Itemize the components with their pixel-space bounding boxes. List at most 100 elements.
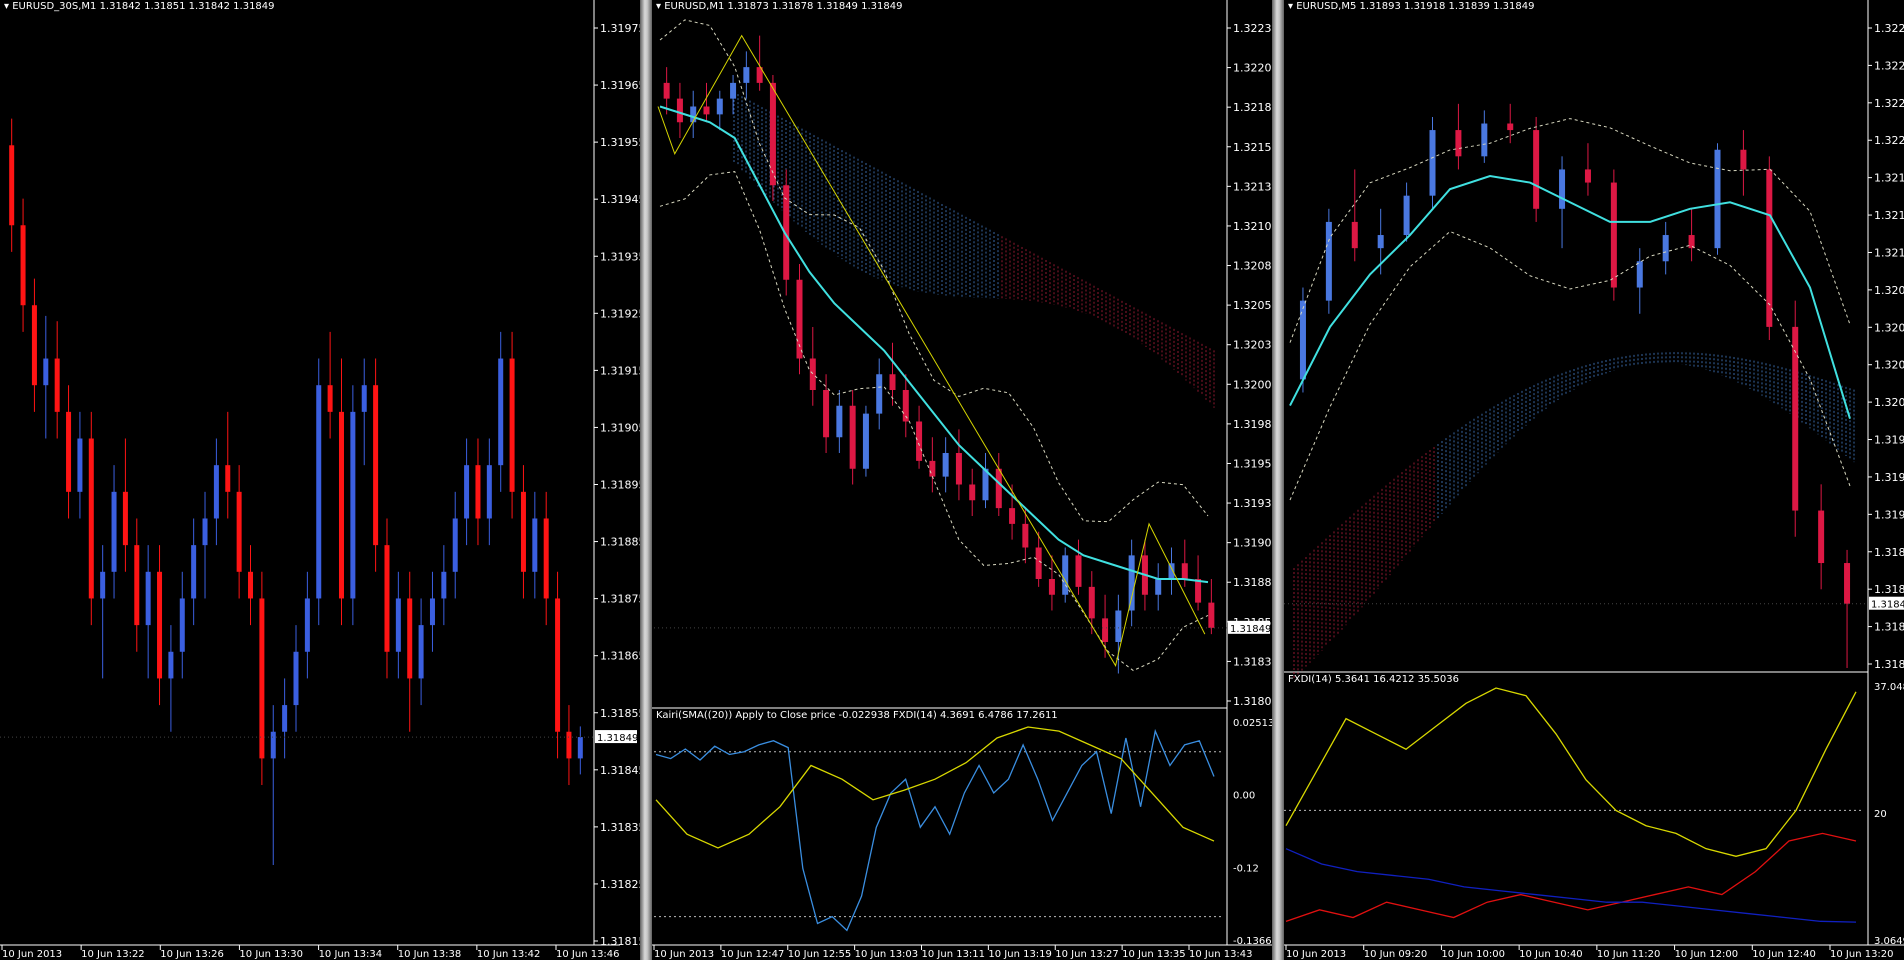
candle-body: [316, 385, 322, 599]
candle-body: [395, 598, 401, 652]
candle-body: [1818, 510, 1825, 564]
x-tick-label: 10 Jun 11:20: [1597, 949, 1661, 960]
chart-canvas[interactable]: ▾ EURUSD,M1 1.31873 1.31878 1.31849 1.31…: [652, 0, 1272, 960]
candle-body: [282, 705, 288, 732]
candle-body: [1035, 547, 1042, 579]
y-tick-label: 1.32255: [1874, 59, 1904, 72]
candle-body: [663, 82, 670, 99]
candle-body: [327, 385, 333, 412]
x-tick-label: 10 Jun 13:46: [556, 949, 620, 960]
y-tick-label: 1.32110: [1874, 246, 1904, 259]
y-tick-label: 1.31815: [600, 935, 640, 948]
candle-body: [1022, 523, 1029, 548]
candle-body: [929, 460, 936, 477]
chart-header: ▾ EURUSD,M5 1.31893 1.31918 1.31839 1.31…: [1288, 1, 1534, 12]
candle-body: [690, 106, 697, 123]
candle-body: [520, 491, 526, 572]
candle-body: [676, 98, 683, 123]
candle-body: [1792, 326, 1799, 511]
x-tick-label: 10 Jun 13:19: [988, 949, 1052, 960]
chart-window-eurusd-30s-m1[interactable]: ▾ EURUSD_30S,M1 1.31842 1.31851 1.31842 …: [0, 0, 640, 960]
y-tick-label: 1.32030: [1874, 359, 1904, 372]
chart-canvas[interactable]: ▾ EURUSD_30S,M1 1.31842 1.31851 1.31842 …: [0, 0, 640, 960]
candle-body: [1181, 563, 1188, 579]
candle-body: [1403, 195, 1410, 236]
candle-body: [862, 413, 869, 469]
candle-body: [730, 82, 737, 99]
fxdi-adx-line: [1285, 687, 1857, 857]
y-tick-label: 1.31955: [1233, 457, 1272, 470]
candle-body: [1688, 235, 1695, 249]
candle-body: [293, 651, 299, 706]
candle-body: [498, 358, 504, 466]
candle-body: [1507, 123, 1514, 131]
chart-window-eurusd-m1[interactable]: ▾ EURUSD,M1 1.31873 1.31878 1.31849 1.31…: [652, 0, 1272, 960]
y-tick-label: 1.32105: [1233, 220, 1272, 233]
candle-body: [77, 438, 83, 492]
y-tick-label: 1.32085: [1874, 284, 1904, 297]
candle-body: [1559, 169, 1566, 209]
candle-body: [122, 491, 128, 546]
sub-y-tick-label: 37.0483: [1874, 682, 1904, 693]
x-tick-label: 10 Jun 12:00: [1675, 949, 1739, 960]
y-tick-label: 1.31935: [600, 250, 640, 263]
zigzag-line: [657, 34, 1206, 667]
y-tick-label: 1.32205: [1233, 62, 1272, 75]
minus-di-line: [1285, 848, 1857, 923]
candle-body: [54, 358, 60, 412]
x-tick-label: 10 Jun 13:26: [160, 949, 224, 960]
candle-body: [145, 571, 151, 626]
x-tick-label: 10 Jun 13:42: [477, 949, 541, 960]
candle-body: [464, 465, 470, 519]
y-tick-label: 1.32155: [1233, 141, 1272, 154]
price-label: 1.31849: [1871, 600, 1904, 611]
y-tick-label: 1.32130: [1233, 180, 1272, 193]
candle-body: [1455, 130, 1462, 157]
candle-body: [213, 465, 219, 519]
x-tick-label: 10 Jun 12:47: [721, 949, 785, 960]
y-tick-label: 1.31865: [1874, 583, 1904, 596]
y-tick-label: 1.31895: [600, 479, 640, 492]
chart-canvas[interactable]: ▾ EURUSD,M5 1.31893 1.31918 1.31839 1.31…: [1284, 0, 1904, 960]
candle-body: [350, 411, 356, 599]
y-tick-label: 1.32200: [1874, 134, 1904, 147]
candle-body: [429, 598, 435, 626]
sub-y-tick-label: -0.136675: [1233, 936, 1272, 947]
candle-body: [31, 305, 37, 386]
candle-body: [100, 571, 106, 599]
candle-body: [157, 571, 163, 679]
x-tick-label: 10 Jun 13:03: [855, 949, 919, 960]
y-tick-label: 1.31975: [600, 22, 640, 35]
y-tick-label: 1.31945: [600, 193, 640, 206]
candle-body: [1115, 610, 1122, 642]
x-tick-label: 10 Jun 12:40: [1752, 949, 1816, 960]
candle-body: [225, 465, 231, 492]
window-splitter[interactable]: [640, 0, 652, 960]
candle-body: [849, 405, 856, 469]
candle-body: [1299, 300, 1306, 380]
candle-body: [1102, 618, 1109, 642]
candle-body: [66, 411, 72, 492]
candle-body: [1128, 555, 1135, 611]
candle-body: [236, 491, 242, 572]
y-tick-label: 1.31905: [600, 421, 640, 434]
chart-header: ▾ EURUSD_30S,M1 1.31842 1.31851 1.31842 …: [4, 1, 275, 12]
candle-body: [1533, 130, 1540, 209]
y-tick-label: 1.31835: [600, 821, 640, 834]
ichimoku-cloud: [733, 92, 1215, 408]
candle-body: [769, 82, 776, 186]
subwindow-header: FXDI(14) 5.3641 16.4212 35.5036: [1288, 674, 1459, 685]
bollinger-upper: [1289, 118, 1851, 343]
y-tick-label: 1.31880: [1233, 576, 1272, 589]
candle-body: [566, 731, 572, 759]
chart-window-eurusd-m5[interactable]: ▾ EURUSD,M5 1.31893 1.31918 1.31839 1.31…: [1284, 0, 1904, 960]
y-tick-label: 1.32230: [1233, 22, 1272, 35]
y-tick-label: 1.31930: [1233, 497, 1272, 510]
candle-body: [1155, 579, 1162, 595]
candle-body: [1377, 235, 1384, 249]
candle-body: [969, 484, 976, 501]
x-tick-label: 10 Jun 13:11: [922, 949, 986, 960]
candle-body: [809, 358, 816, 390]
window-splitter[interactable]: [1272, 0, 1284, 960]
candle-body: [452, 518, 458, 572]
